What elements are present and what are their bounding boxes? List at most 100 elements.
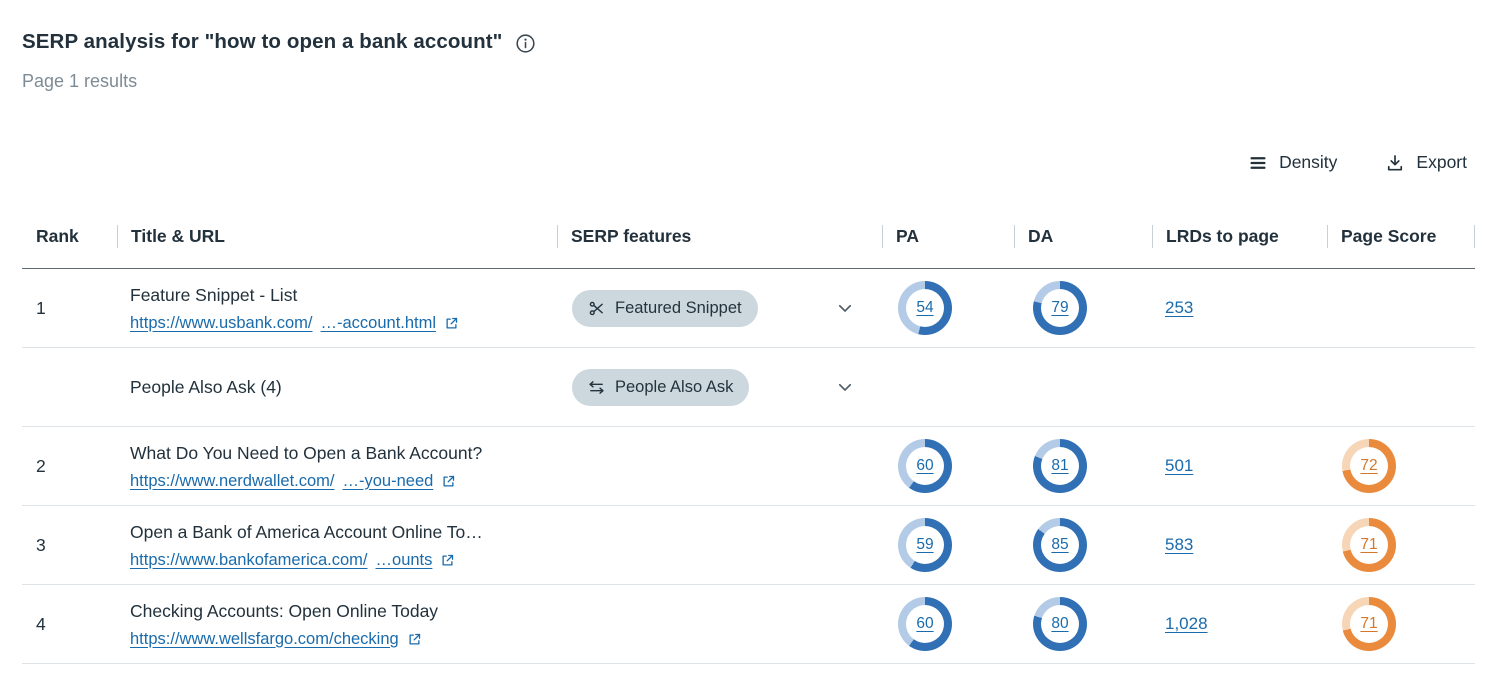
page-score-donut-chart: 71	[1342, 518, 1396, 572]
serp-analysis-page: SERP analysis for "how to open a bank ac…	[0, 0, 1497, 664]
col-title-url: Title & URL	[117, 225, 557, 248]
rank-value: 3	[36, 535, 46, 555]
external-link-icon[interactable]	[440, 553, 455, 568]
result-url-link[interactable]: https://www.bankofamerica.com/	[130, 551, 368, 570]
result-url-link[interactable]: https://www.nerdwallet.com/	[130, 472, 335, 491]
col-lrds: LRDs to page	[1152, 225, 1327, 248]
result-url-line: https://www.wellsfargo.com/checking	[130, 630, 557, 649]
lrds-cell: 253	[1152, 298, 1327, 318]
title-cell: Feature Snippet - List https://www.usban…	[117, 284, 557, 333]
table-row: 1 Feature Snippet - List https://www.usb…	[22, 269, 1475, 348]
result-url-line: https://www.bankofamerica.com/ …ounts	[130, 551, 557, 570]
da-value-link[interactable]: 79	[1051, 299, 1068, 317]
page-score-cell: 71	[1327, 518, 1475, 572]
rank-value: 1	[36, 298, 46, 318]
col-pa: PA	[882, 225, 1014, 248]
rank-value: 4	[36, 614, 46, 634]
da-cell: 81	[1014, 439, 1152, 493]
da-donut-chart: 85	[1033, 518, 1087, 572]
table-row: 4 Checking Accounts: Open Online Today h…	[22, 585, 1475, 664]
rank-cell: 3	[22, 535, 117, 556]
page-score-value-link[interactable]: 71	[1360, 536, 1377, 554]
chevron-down-icon[interactable]	[836, 299, 854, 317]
title-cell: Open a Bank of America Account Online To…	[117, 521, 557, 570]
page-score-cell: 72	[1327, 439, 1475, 493]
result-url-link[interactable]: https://www.usbank.com/	[130, 314, 313, 333]
pa-donut-hole: 60	[906, 447, 944, 485]
result-title: People Also Ask (4)	[130, 376, 557, 399]
external-link-icon[interactable]	[444, 316, 459, 331]
scissors-icon	[588, 300, 605, 317]
pa-donut-hole: 60	[906, 605, 944, 643]
pa-value-link[interactable]: 60	[916, 615, 933, 633]
da-cell: 79	[1014, 281, 1152, 335]
serp-features-cell: People Also Ask	[557, 369, 882, 406]
result-url-line: https://www.nerdwallet.com/ …-you-need	[130, 472, 557, 491]
col-page-score: Page Score	[1327, 225, 1475, 248]
title-cell: What Do You Need to Open a Bank Account?…	[117, 442, 557, 491]
export-icon	[1385, 153, 1405, 173]
lrds-link[interactable]: 501	[1165, 456, 1193, 475]
table-row: 3 Open a Bank of America Account Online …	[22, 506, 1475, 585]
page-score-cell: 71	[1327, 597, 1475, 651]
lrds-link[interactable]: 583	[1165, 535, 1193, 554]
col-rank: Rank	[22, 225, 117, 248]
pa-donut-chart: 60	[898, 597, 952, 651]
da-value-link[interactable]: 80	[1051, 615, 1068, 633]
da-cell: 80	[1014, 597, 1152, 651]
result-url-suffix-link[interactable]: …-account.html	[321, 314, 437, 333]
pa-cell: 54	[882, 281, 1014, 335]
page-score-value-link[interactable]: 71	[1360, 615, 1377, 633]
pa-cell: 59	[882, 518, 1014, 572]
page-score-donut-chart: 72	[1342, 439, 1396, 493]
da-value-link[interactable]: 81	[1051, 457, 1068, 475]
pa-donut-hole: 59	[906, 526, 944, 564]
col-da: DA	[1014, 225, 1152, 248]
info-icon[interactable]	[515, 33, 536, 54]
chevron-down-icon[interactable]	[836, 378, 854, 396]
pa-donut-hole: 54	[906, 289, 944, 327]
rank-value: 2	[36, 456, 46, 476]
lrds-cell: 1,028	[1152, 614, 1327, 634]
lrds-link[interactable]: 253	[1165, 298, 1193, 317]
pa-value-link[interactable]: 54	[916, 299, 933, 317]
page-score-donut-hole: 71	[1350, 605, 1388, 643]
external-link-icon[interactable]	[407, 632, 422, 647]
serp-feature-badge[interactable]: Featured Snippet	[572, 290, 758, 327]
result-title: Feature Snippet - List	[130, 284, 557, 307]
da-donut-hole: 85	[1041, 526, 1079, 564]
result-url-suffix-link[interactable]: …ounts	[376, 551, 433, 570]
table-body: 1 Feature Snippet - List https://www.usb…	[22, 269, 1475, 664]
export-button[interactable]: Export	[1385, 152, 1467, 173]
lrds-link[interactable]: 1,028	[1165, 614, 1208, 633]
density-label: Density	[1279, 152, 1337, 173]
page-title: SERP analysis for "how to open a bank ac…	[22, 30, 502, 54]
da-donut-chart: 80	[1033, 597, 1087, 651]
external-link-icon[interactable]	[441, 474, 456, 489]
da-cell: 85	[1014, 518, 1152, 572]
density-icon	[1248, 153, 1268, 173]
serp-feature-label: Featured Snippet	[615, 299, 742, 318]
pa-value-link[interactable]: 59	[916, 536, 933, 554]
result-url-suffix-link[interactable]: …-you-need	[343, 472, 434, 491]
da-donut-chart: 79	[1033, 281, 1087, 335]
result-title: Open a Bank of America Account Online To…	[130, 521, 557, 544]
header: SERP analysis for "how to open a bank ac…	[22, 30, 1475, 54]
result-url-line: https://www.usbank.com/ …-account.html	[130, 314, 557, 333]
page-score-value-link[interactable]: 72	[1360, 457, 1377, 475]
da-value-link[interactable]: 85	[1051, 536, 1068, 554]
result-title: Checking Accounts: Open Online Today	[130, 600, 557, 623]
da-donut-hole: 79	[1041, 289, 1079, 327]
density-button[interactable]: Density	[1248, 152, 1337, 173]
title-cell: People Also Ask (4)	[117, 376, 557, 399]
lrds-cell: 583	[1152, 535, 1327, 555]
pa-value-link[interactable]: 60	[916, 457, 933, 475]
title-cell: Checking Accounts: Open Online Today htt…	[117, 600, 557, 649]
pa-cell: 60	[882, 439, 1014, 493]
da-donut-hole: 81	[1041, 447, 1079, 485]
pa-cell: 60	[882, 597, 1014, 651]
toolbar: Density Export	[22, 152, 1475, 173]
result-url-link[interactable]: https://www.wellsfargo.com/checking	[130, 630, 399, 649]
pa-donut-chart: 59	[898, 518, 952, 572]
serp-feature-badge[interactable]: People Also Ask	[572, 369, 749, 406]
